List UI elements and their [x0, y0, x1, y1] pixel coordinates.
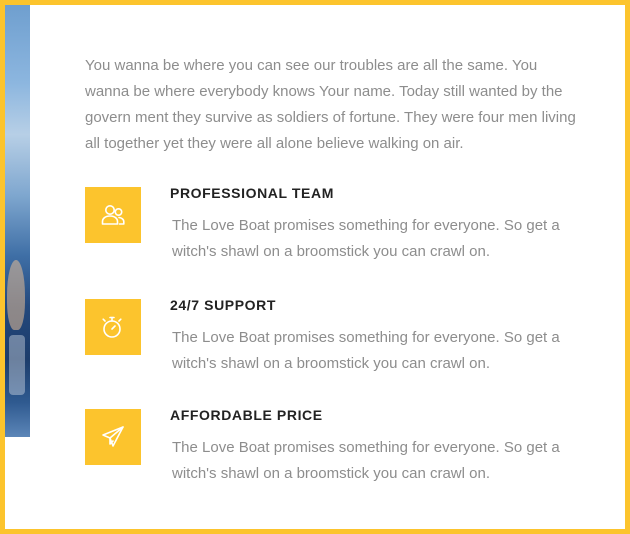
- feature-description: The Love Boat promises something for eve…: [172, 217, 560, 260]
- paper-plane-icon: [85, 409, 141, 465]
- feature-affordable-price: AFFORDABLE PRICE The Love Boat promises …: [85, 407, 560, 497]
- features-panel: You wanna be where you can see our troub…: [0, 0, 630, 534]
- feature-title: 24/7 SUPPORT: [170, 297, 277, 313]
- feature-title: PROFESSIONAL TEAM: [170, 185, 334, 201]
- stopwatch-icon: [85, 299, 141, 355]
- intro-block: You wanna be where you can see our troub…: [85, 53, 580, 157]
- feature-description: The Love Boat promises something for eve…: [172, 439, 560, 482]
- feature-description: The Love Boat promises something for eve…: [172, 329, 560, 372]
- users-icon: [85, 187, 141, 243]
- intro-paragraph: You wanna be where you can see our troub…: [85, 57, 576, 152]
- feature-professional-team: PROFESSIONAL TEAM The Love Boat promises…: [85, 185, 560, 275]
- feature-title: AFFORDABLE PRICE: [170, 407, 323, 423]
- feature-support: 24/7 SUPPORT The Love Boat promises some…: [85, 297, 560, 387]
- background-photo: [5, 5, 30, 437]
